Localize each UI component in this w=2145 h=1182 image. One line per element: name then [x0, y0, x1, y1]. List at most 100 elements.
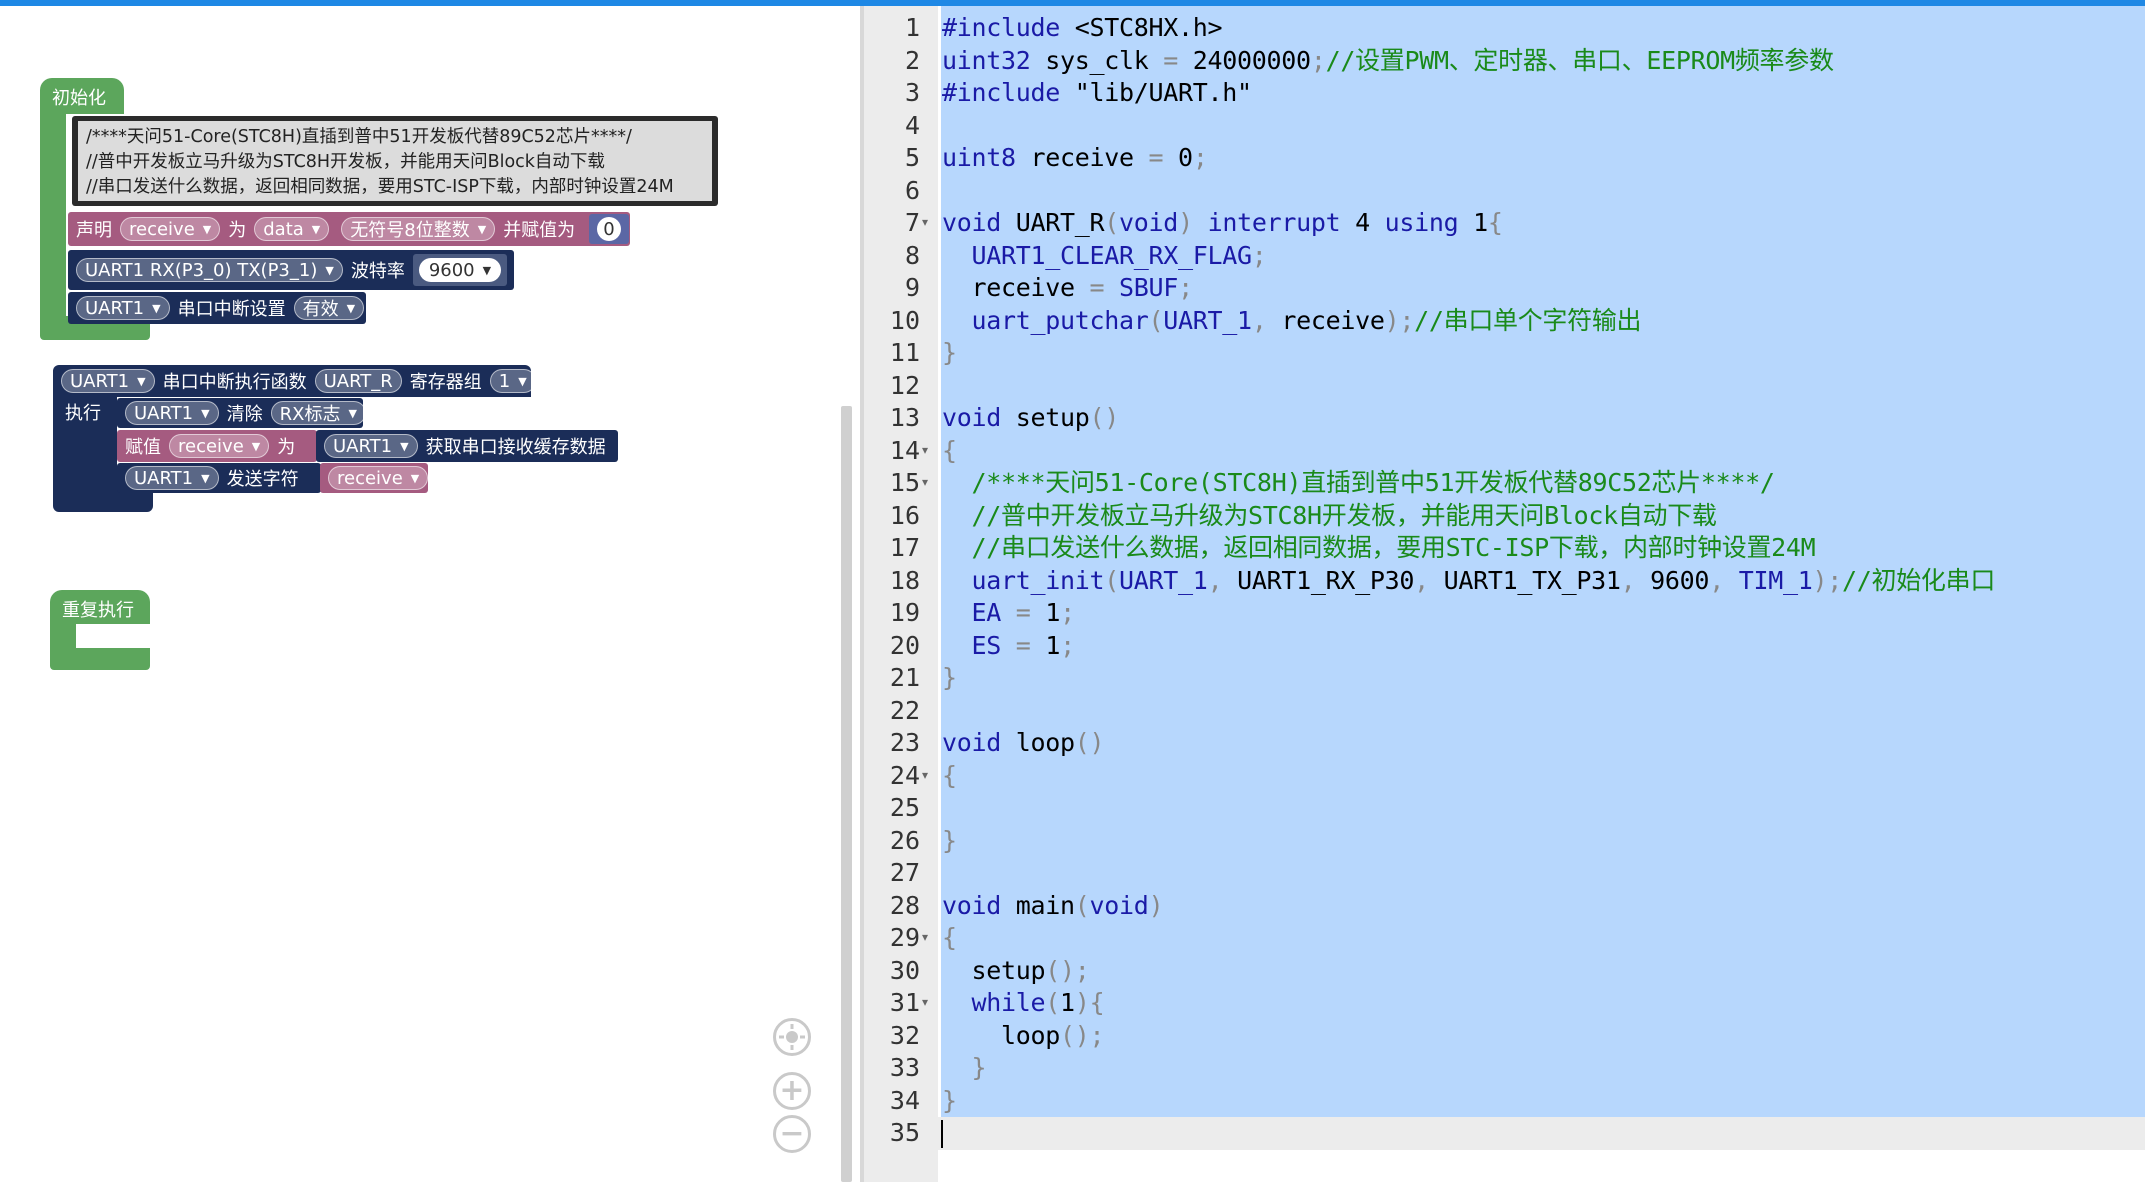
- clear-rx-flag-block[interactable]: UART1 ▼ 清除 RX标志 ▼: [117, 398, 366, 428]
- code-line-text: //串口发送什么数据，返回相同数据，要用STC-ISP下载，内部时钟设置24M: [971, 533, 1816, 562]
- send-variable-dropdown[interactable]: receive ▼: [328, 466, 429, 490]
- code-line[interactable]: 7 ▾ void UART_R(void) interrupt 4 using 1{: [864, 206, 2145, 239]
- send-port-dropdown[interactable]: UART1 ▼: [125, 466, 219, 490]
- code-line[interactable]: 15 ▾ /****天问51-Core(STC8H)直插到普中51开发板代替89C…: [864, 466, 2145, 499]
- register-bank-dropdown[interactable]: 1 ▼: [489, 369, 536, 393]
- code-line-text: /****天问51-Core(STC8H)直插到普中51开发板代替89C52芯片…: [971, 468, 1775, 497]
- line-number: 1: [904, 13, 920, 42]
- isr-name-field[interactable]: UART_R: [314, 369, 402, 393]
- code-line[interactable]: 11}: [864, 336, 2145, 369]
- baud-socket: 9600 ▼: [412, 254, 508, 286]
- line-number: 12: [889, 370, 920, 400]
- code-line[interactable]: 24 ▾ {: [864, 759, 2145, 792]
- assign-label: 赋值: [125, 437, 161, 458]
- code-line-text: }: [942, 825, 957, 855]
- storage-dropdown[interactable]: data ▼: [254, 217, 330, 241]
- data-type-dropdown[interactable]: 无符号8位整数 ▼: [341, 217, 496, 241]
- code-line[interactable]: 8 UART1_CLEAR_RX_FLAG;: [864, 239, 2145, 272]
- loop-block-bottom: [50, 648, 150, 670]
- code-line[interactable]: 3 #include "lib/UART.h": [864, 76, 2145, 109]
- code-line[interactable]: 5 uint8 receive = 0;: [864, 141, 2145, 174]
- setup-hat-block[interactable]: 初始化: [40, 78, 124, 114]
- declare-variable-block[interactable]: 声明 receive ▼ 为 data ▼ 无符号8位整数 ▼ 并赋值为 0: [68, 212, 630, 246]
- flag-dropdown[interactable]: RX标志 ▼: [270, 401, 366, 425]
- code-line[interactable]: 9 receive = SBUF;: [864, 271, 2145, 304]
- interrupt-state-dropdown[interactable]: 有效 ▼: [293, 296, 365, 320]
- assign-as-label: 为: [277, 437, 296, 458]
- workspace-scrollbar[interactable]: [841, 406, 852, 1182]
- line-number: 20: [889, 630, 920, 660]
- code-line[interactable]: 27: [864, 856, 2145, 889]
- fold-toggle-icon[interactable]: ▾: [922, 466, 928, 499]
- code-line[interactable]: 19 EA = 1;: [864, 596, 2145, 629]
- code-line[interactable]: 25: [864, 791, 2145, 824]
- init-value-block[interactable]: 0: [589, 214, 629, 244]
- line-number: 19: [889, 598, 920, 627]
- read-port-dropdown[interactable]: UART1 ▼: [324, 434, 418, 458]
- line-number: 30: [889, 955, 920, 985]
- code-line[interactable]: 1 #include <STC8HX.h>: [864, 11, 2145, 44]
- fold-toggle-icon[interactable]: ▾: [922, 759, 928, 792]
- code-line[interactable]: 34}: [864, 1084, 2145, 1117]
- line-number: 33: [889, 1053, 920, 1082]
- uart-isr-block[interactable]: UART1 ▼ 串口中断执行函数 UART_R 寄存器组 1 ▼: [53, 365, 536, 397]
- loop-hat-block[interactable]: 重复执行: [50, 590, 150, 624]
- code-line[interactable]: 17 //串口发送什么数据，返回相同数据，要用STC-ISP下载，内部时钟设置2…: [864, 531, 2145, 564]
- assign-variable-dropdown[interactable]: receive ▼: [169, 434, 270, 458]
- code-line[interactable]: 22: [864, 694, 2145, 727]
- send-char-label: 发送字符: [226, 469, 299, 490]
- init-value-field[interactable]: 0: [597, 217, 621, 241]
- code-line[interactable]: 2 uint32 sys_clk = 24000000;//设置PWM、定时器、串…: [864, 44, 2145, 77]
- line-number: 7: [904, 208, 920, 237]
- code-line[interactable]: 33 }: [864, 1051, 2145, 1084]
- code-line[interactable]: 32 loop();: [864, 1019, 2145, 1052]
- code-line[interactable]: 28 void main(void): [864, 889, 2145, 922]
- code-line[interactable]: 29 ▾ {: [864, 921, 2145, 954]
- code-line[interactable]: 10 uart_putchar(UART_1, receive);//串口单个字…: [864, 304, 2145, 337]
- code-line[interactable]: 20 ES = 1;: [864, 629, 2145, 662]
- uart-init-block[interactable]: UART1 RX(P3_0) TX(P3_1) ▼ 波特率 9600 ▼: [68, 250, 514, 290]
- variable-dropdown[interactable]: receive ▼: [120, 217, 221, 241]
- block-workspace[interactable]: 初始化 /****天问51-Core(STC8H)直插到普中51开发板代替89C…: [0, 6, 860, 1182]
- baud-dropdown[interactable]: 9600 ▼: [418, 258, 502, 282]
- code-editor[interactable]: 1 #include <STC8HX.h> 2 uint32 sys_clk = 24…: [864, 6, 2145, 1182]
- clear-port-dropdown[interactable]: UART1 ▼: [125, 401, 219, 425]
- code-line-text: uint8 receive = 0;: [942, 143, 1208, 172]
- assign-variable-block[interactable]: 赋值 receive ▼ 为: [117, 430, 317, 462]
- uart-pins-dropdown[interactable]: UART1 RX(P3_0) TX(P3_1) ▼: [76, 258, 343, 282]
- code-line[interactable]: 31 ▾ while(1){: [864, 986, 2145, 1019]
- isr-port-dropdown[interactable]: UART1 ▼: [61, 369, 155, 393]
- code-line[interactable]: 6: [864, 174, 2145, 207]
- code-line-text: //普中开发板立马升级为STC8H开发板，并能用天问Block自动下载: [971, 500, 1717, 530]
- plus-icon[interactable]: +: [773, 1072, 811, 1110]
- uart-read-label: 获取串口接收缓存数据: [425, 437, 606, 458]
- fold-toggle-icon[interactable]: ▾: [922, 921, 928, 954]
- code-line[interactable]: 21}: [864, 661, 2145, 694]
- code-line[interactable]: 12: [864, 369, 2145, 402]
- code-line[interactable]: 14 ▾ {: [864, 434, 2145, 467]
- code-line-text: EA = 1;: [971, 598, 1076, 627]
- comment-line-3: //串口发送什么数据，返回相同数据，要用STC-ISP下载，内部时钟设置24M: [86, 177, 674, 197]
- send-variable-block[interactable]: receive ▼: [320, 463, 429, 493]
- code-line[interactable]: 4: [864, 109, 2145, 142]
- code-line-text: UART1_CLEAR_RX_FLAG;: [971, 240, 1267, 270]
- minus-icon[interactable]: −: [773, 1115, 811, 1153]
- uart-send-char-block[interactable]: UART1 ▼ 发送字符: [117, 463, 321, 493]
- fold-toggle-icon[interactable]: ▾: [922, 986, 928, 1019]
- uart-interrupt-set-block[interactable]: UART1 ▼ 串口中断设置 有效 ▼: [68, 292, 366, 324]
- code-comment-block[interactable]: /****天问51-Core(STC8H)直插到普中51开发板代替89C52芯片…: [72, 116, 718, 206]
- code-line[interactable]: 13 void setup(): [864, 401, 2145, 434]
- code-line[interactable]: 26}: [864, 824, 2145, 857]
- fold-toggle-icon[interactable]: ▾: [922, 434, 928, 467]
- line-number: 21: [889, 663, 920, 692]
- code-line[interactable]: 23 void loop(): [864, 726, 2145, 759]
- code-line[interactable]: 18 uart_init(UART_1, UART1_RX_P30, UART1…: [864, 564, 2145, 597]
- code-line[interactable]: 35: [864, 1116, 2145, 1149]
- uart-port-dropdown[interactable]: UART1 ▼: [76, 296, 170, 320]
- target-icon[interactable]: [773, 1018, 811, 1056]
- code-line[interactable]: 16 //普中开发板立马升级为STC8H开发板，并能用天问Block自动下载: [864, 499, 2145, 532]
- uart-read-block[interactable]: UART1 ▼ 获取串口接收缓存数据: [316, 430, 618, 462]
- fold-toggle-icon[interactable]: ▾: [922, 206, 928, 239]
- baud-label: 波特率: [350, 261, 405, 282]
- code-line[interactable]: 30 setup();: [864, 954, 2145, 987]
